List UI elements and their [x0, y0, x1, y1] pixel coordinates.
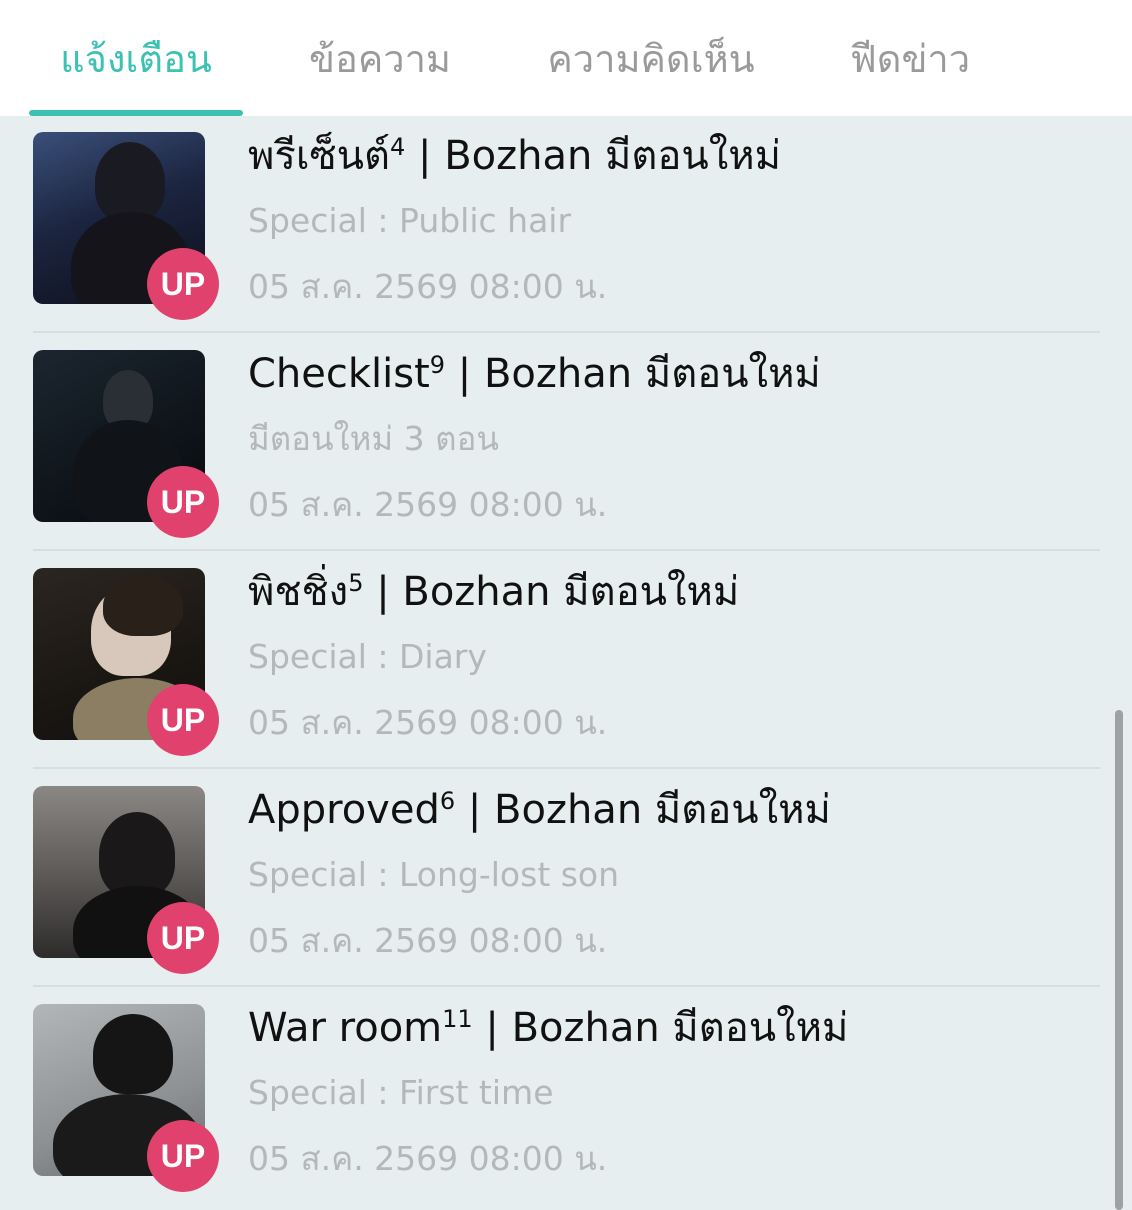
- notification-timestamp: 05 ส.ค. 2569 08:00 น.: [248, 703, 608, 742]
- notification-item[interactable]: UP พรีเซ็นต์4 | Bozhan มีตอนใหม่ Special…: [0, 116, 1132, 333]
- scrollbar[interactable]: [1115, 710, 1123, 1210]
- notification-title: War room11 | Bozhan มีตอนใหม่: [248, 1005, 849, 1051]
- notification-subtitle: Special : Public hair: [248, 201, 572, 240]
- notification-title: Checklist9 | Bozhan มีตอนใหม่: [248, 351, 821, 397]
- notification-subtitle: Special : Diary: [248, 637, 487, 676]
- notification-list: UP พรีเซ็นต์4 | Bozhan มีตอนใหม่ Special…: [0, 116, 1132, 1210]
- tab-news-feed[interactable]: ฟีดข่าว: [830, 34, 990, 84]
- update-badge: UP: [147, 466, 219, 538]
- divider: [33, 331, 1100, 333]
- divider: [33, 767, 1100, 769]
- notification-item[interactable]: UP Approved6 | Bozhan มีตอนใหม่ Special …: [0, 770, 1132, 987]
- notification-subtitle: มีตอนใหม่ 3 ตอน: [248, 419, 499, 458]
- notification-subtitle: Special : Long-lost son: [248, 855, 620, 894]
- update-badge: UP: [147, 248, 219, 320]
- notification-item[interactable]: UP พิชชิ่ง5 | Bozhan มีตอนใหม่ Special :…: [0, 552, 1132, 769]
- notification-subtitle: Special : First time: [248, 1073, 554, 1112]
- tab-comments[interactable]: ความคิดเห็น: [530, 34, 772, 84]
- notification-timestamp: 05 ส.ค. 2569 08:00 น.: [248, 1139, 608, 1178]
- notification-title: Approved6 | Bozhan มีตอนใหม่: [248, 787, 831, 833]
- notification-title: พรีเซ็นต์4 | Bozhan มีตอนใหม่: [248, 133, 782, 179]
- update-badge: UP: [147, 684, 219, 756]
- update-badge: UP: [147, 1120, 219, 1192]
- tab-notifications[interactable]: แจ้งเตือน: [29, 34, 243, 84]
- update-badge: UP: [147, 902, 219, 974]
- notification-timestamp: 05 ส.ค. 2569 08:00 น.: [248, 485, 608, 524]
- notification-item[interactable]: UP Checklist9 | Bozhan มีตอนใหม่ มีตอนให…: [0, 334, 1132, 551]
- notification-timestamp: 05 ส.ค. 2569 08:00 น.: [248, 267, 608, 306]
- notification-item[interactable]: UP War room11 | Bozhan มีตอนใหม่ Special…: [0, 988, 1132, 1205]
- notification-title: พิชชิ่ง5 | Bozhan มีตอนใหม่: [248, 569, 740, 615]
- divider: [33, 549, 1100, 551]
- notification-timestamp: 05 ส.ค. 2569 08:00 น.: [248, 921, 608, 960]
- divider: [33, 985, 1100, 987]
- tab-messages[interactable]: ข้อความ: [283, 34, 477, 84]
- tab-bar: แจ้งเตือน ข้อความ ความคิดเห็น ฟีดข่าว: [0, 0, 1132, 116]
